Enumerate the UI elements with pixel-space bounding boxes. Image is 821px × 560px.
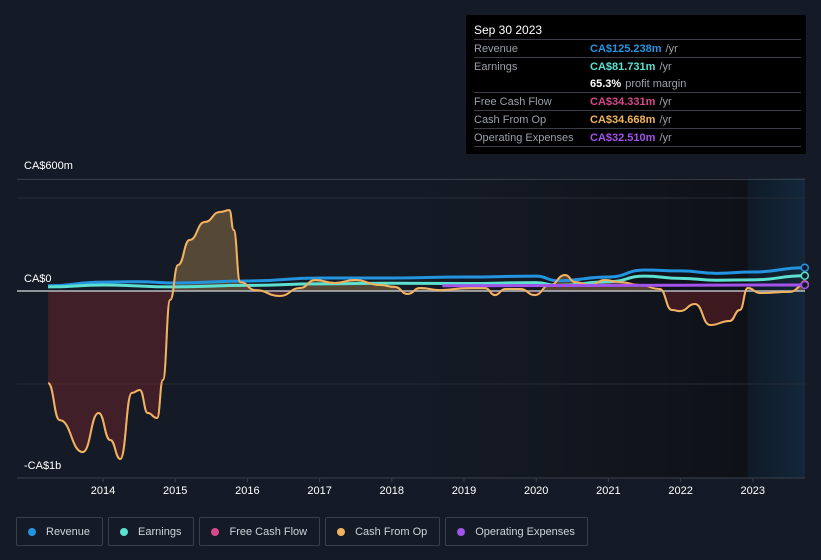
tooltip-label: Operating Expenses <box>474 131 574 144</box>
x-tick-label: 2023 <box>740 485 766 497</box>
tooltip-row: Cash From Op CA$34.668m/yr <box>474 110 801 128</box>
tooltip-row: Operating Expenses CA$32.510m/yr <box>474 128 801 146</box>
legend-label: Free Cash Flow <box>229 525 308 538</box>
tooltip-label: Earnings <box>474 60 518 73</box>
x-tick-label: 2021 <box>596 485 621 497</box>
legend-dot-icon <box>457 527 466 536</box>
y-label-zero: CA$0 <box>24 273 52 285</box>
earnings-end-marker <box>800 271 810 281</box>
legend-label: Earnings <box>138 525 182 538</box>
legend-label: Cash From Op <box>355 525 428 538</box>
tooltip-row: 65.3% profit margin <box>474 75 801 92</box>
tooltip-label: Revenue <box>474 42 519 55</box>
legend: Revenue Earnings Free Cash Flow Cash From O… <box>16 517 588 546</box>
tooltip-row: Free Cash Flow CA$34.331m/yr <box>474 92 801 110</box>
x-tick-label: 2022 <box>668 485 693 497</box>
tooltip: Sep 30 2023 Revenue CA$125.238m/yr Earning… <box>466 15 806 154</box>
tooltip-value: CA$32.510m <box>590 131 656 144</box>
y-label-bottom: -CA$1b <box>24 460 62 472</box>
x-tick-label: 2017 <box>307 485 332 497</box>
operating-expenses-line <box>442 283 805 288</box>
tooltip-date: Sep 30 2023 <box>474 23 543 37</box>
legend-label: Revenue <box>46 525 91 538</box>
tooltip-unit: /yr <box>659 113 672 126</box>
x-tick-label: 2020 <box>523 485 549 497</box>
tooltip-value: CA$125.238m <box>590 42 662 55</box>
legend-dot-icon <box>211 527 220 536</box>
y-label-top: CA$600m <box>24 160 73 172</box>
operating-expenses-end-marker <box>800 280 810 290</box>
legend-dot-icon <box>337 527 346 536</box>
legend-item-earnings[interactable]: Earnings <box>108 517 195 546</box>
tooltip-label: Cash From Op <box>474 113 547 126</box>
legend-dot-icon <box>120 527 129 536</box>
x-tick-label: 2018 <box>379 485 405 497</box>
revenue-end-marker <box>800 263 810 272</box>
x-tick-label: 2019 <box>451 485 477 497</box>
tooltip-row: Earnings CA$81.731m/yr <box>474 57 801 75</box>
tooltip-row: Revenue CA$125.238m/yr <box>474 39 801 57</box>
tooltip-value: CA$34.668m <box>590 113 656 126</box>
legend-item-free-cash-flow[interactable]: Free Cash Flow <box>199 517 321 546</box>
x-tick-label: 2015 <box>162 485 188 497</box>
tooltip-label: Free Cash Flow <box>474 95 552 108</box>
legend-item-cash-from-op[interactable]: Cash From Op <box>325 517 441 546</box>
legend-item-revenue[interactable]: Revenue <box>16 517 104 546</box>
legend-label: Operating Expenses <box>475 525 575 538</box>
tooltip-value: 65.3% <box>590 77 622 90</box>
tooltip-unit: profit margin <box>625 77 687 90</box>
legend-item-operating-expenses[interactable]: Operating Expenses <box>445 517 588 546</box>
tooltip-value: CA$34.331m <box>590 95 656 108</box>
past-shade <box>420 178 748 478</box>
tooltip-unit: /yr <box>665 42 678 55</box>
x-tick-label: 2016 <box>235 485 260 497</box>
forecast-shade <box>747 178 805 478</box>
legend-dot-icon <box>28 527 36 536</box>
tooltip-unit: /yr <box>659 60 672 73</box>
tooltip-value: CA$81.731m <box>590 60 656 73</box>
tooltip-unit: /yr <box>659 95 672 108</box>
tooltip-unit: /yr <box>659 131 672 144</box>
x-tick-label: 2014 <box>90 485 116 497</box>
